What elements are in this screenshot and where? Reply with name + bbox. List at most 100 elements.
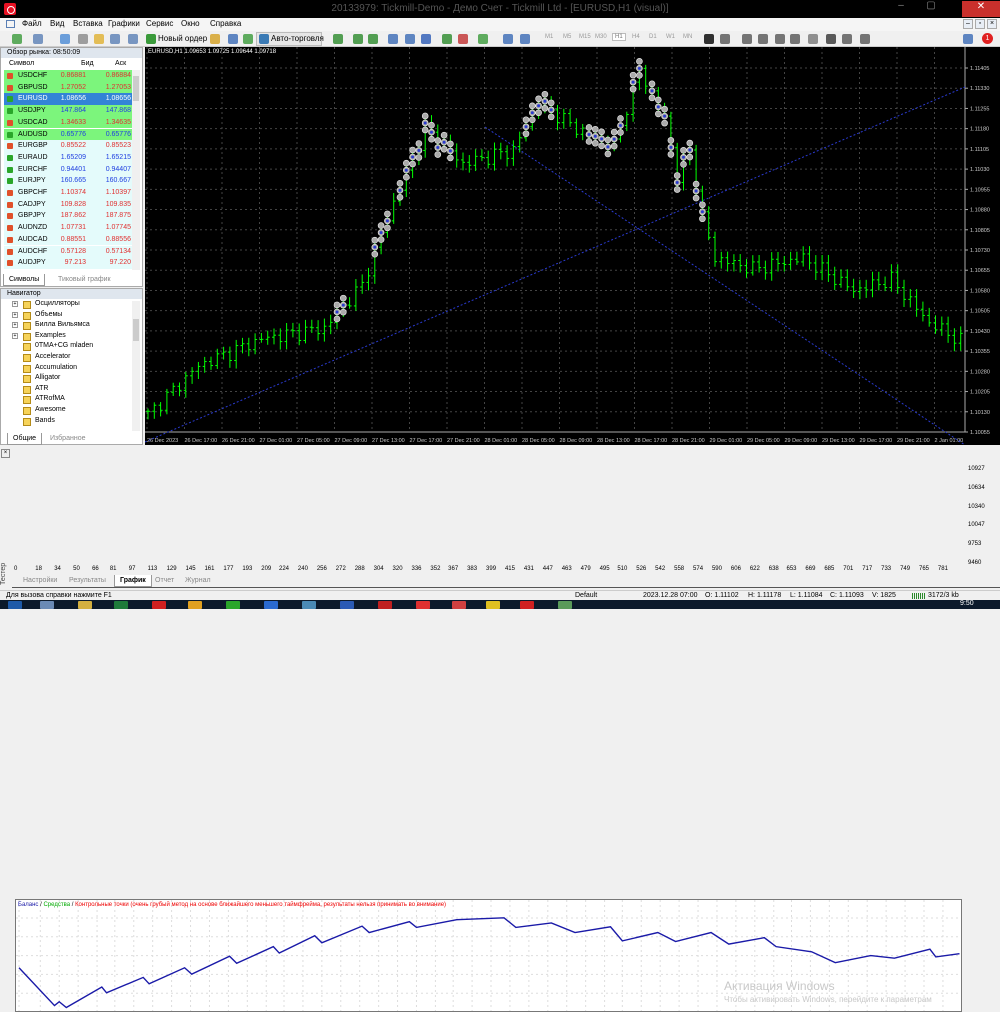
opera-icon[interactable] [152,601,166,609]
tester-icon[interactable] [128,34,138,44]
menu-item-6[interactable]: Справка [210,19,241,28]
market-watch-row[interactable]: GBPCHF 1.10374 1.10397 [4,187,132,199]
market-watch-row[interactable]: CADJPY 109.828 109.835 [4,198,132,211]
expand-icon[interactable]: + [12,332,18,339]
market-watch-row[interactable]: EURUSD 1.08656 1.08656 [4,93,132,106]
navigator-item[interactable]: ATRofMA [23,394,65,405]
metatrader-taskbar-icon[interactable] [520,601,534,609]
close-button[interactable]: ✕ [962,1,1000,17]
options-icon[interactable] [228,34,238,44]
app-icon[interactable] [378,601,392,609]
market-watch-row[interactable]: EURCHF 0.94401 0.94407 [4,163,132,176]
navigator-item[interactable]: Accumulation [23,363,77,374]
market-watch-row[interactable]: GBPUSD 1.27052 1.27053 [4,81,132,94]
tester-tab-3[interactable]: Отчет [150,575,179,586]
column-bid[interactable]: Бид [81,60,94,67]
price-chart[interactable]: 1.11405 1.11330 1.11255 1.11180 1.11105 1.110… [145,47,1000,445]
chart-shift-icon[interactable] [442,34,452,44]
chrome-icon[interactable] [188,601,202,609]
search-icon[interactable] [963,34,973,44]
navigator-item[interactable]: 0TMA+CG mladen [23,341,93,352]
market-watch-row[interactable]: EURGBP 0.85522 0.85523 [4,140,132,152]
navigator-item[interactable]: ATR [23,384,48,395]
market-watch-scrollbar[interactable] [132,70,140,270]
mdi-restore-button[interactable]: ▫ [975,19,985,29]
navigator-item[interactable]: + Билла Вильямса [12,320,90,331]
navigator-scrollbar[interactable] [132,301,140,431]
notification-badge[interactable]: 1 [982,33,993,44]
market-watch-row[interactable]: USDCAD 1.34633 1.34635 [4,116,132,129]
navigator-item[interactable]: Accelerator [23,352,70,363]
mdi-close-button[interactable]: × [987,19,997,29]
app-icon[interactable] [452,601,466,609]
tester-tab-4[interactable]: Журнал [180,575,216,586]
tester-tab-2[interactable]: График [114,575,152,587]
horizontal-line-icon[interactable] [758,34,768,44]
new-order-button[interactable]: Новый ордер [158,33,207,45]
remote-icon[interactable] [264,601,278,609]
profiles-icon[interactable] [33,34,43,44]
terminal-icon[interactable] [110,34,120,44]
column-ask[interactable]: Аск [115,60,126,67]
menu-item-2[interactable]: Вставка [73,19,103,28]
tab-favorites[interactable]: Избранное [45,433,90,444]
timeframe-d1[interactable]: D1 [649,34,657,40]
menu-item-0[interactable]: Файл [22,19,42,28]
app-icon[interactable] [558,601,572,609]
word-icon[interactable] [340,601,354,609]
tester-tab-0[interactable]: Настройки [18,575,62,586]
indicators-icon[interactable] [478,34,488,44]
market-watch-row[interactable]: GBPJPY 187.862 187.875 [4,210,132,223]
market-watch-row[interactable]: USDCHF 0.86881 0.86884 [4,70,132,82]
timeframe-w1[interactable]: W1 [666,34,675,40]
text-icon[interactable] [826,34,836,44]
market-watch-row[interactable]: AUDCHF 0.57128 0.57134 [4,245,132,258]
market-watch-row[interactable]: EURJPY 160.665 160.667 [4,175,132,187]
market-watch-row[interactable]: AUDNZD 1.07731 1.07745 [4,222,132,234]
zoom-in-icon[interactable] [388,34,398,44]
timeframe-h1[interactable]: H1 [612,33,626,41]
timeframe-m30[interactable]: M30 [595,34,607,40]
cursor-icon[interactable] [704,34,714,44]
signals-icon[interactable] [243,34,253,44]
candlestick-icon[interactable] [353,34,363,44]
menu-item-5[interactable]: Окно [181,19,200,28]
periods-icon[interactable] [503,34,513,44]
expand-icon[interactable]: + [12,311,18,318]
tab-tick-chart[interactable]: Тиковый график [53,274,116,285]
timeframe-m5[interactable]: M5 [563,34,571,40]
navigator-item[interactable]: + Осцилляторы [12,299,80,310]
close-tester-icon[interactable]: × [1,449,10,458]
market-watch-row[interactable]: AUDUSD 0.65776 0.65776 [4,128,132,141]
timeframe-mn[interactable]: MN [683,34,692,40]
mdi-minimize-button[interactable]: ‒ [963,19,973,29]
zoom-out-icon[interactable] [405,34,415,44]
minimize-button[interactable]: ‒ [890,0,912,16]
timeframe-h4[interactable]: H4 [632,34,640,40]
maximize-button[interactable]: ▢ [920,0,942,16]
fibonacci-icon[interactable] [790,34,800,44]
navigator-item[interactable]: Alligator [23,373,60,384]
navigator-item[interactable]: + Examples [12,331,66,342]
folder-icon[interactable] [78,601,92,609]
timeframe-m1[interactable]: M1 [545,34,553,40]
timeframe-m15[interactable]: M15 [579,34,591,40]
market-watch-icon[interactable] [60,34,70,44]
crosshair-tool-icon[interactable] [720,34,730,44]
explorer-icon[interactable] [40,601,54,609]
tab-symbols[interactable]: Символы [3,274,46,286]
expand-icon[interactable]: + [12,301,18,307]
app-icon[interactable] [302,601,316,609]
vertical-line-icon[interactable] [742,34,752,44]
channels-icon[interactable] [808,34,818,44]
start-icon[interactable] [8,601,22,609]
line-chart-icon[interactable] [368,34,378,44]
column-symbol[interactable]: Символ [9,60,34,67]
arrows-icon[interactable] [860,34,870,44]
tab-common[interactable]: Общие [7,433,43,445]
menu-item-4[interactable]: Сервис [146,19,173,28]
market-watch-row[interactable]: AUDJPY 97.213 97.220 [4,257,132,269]
expand-icon[interactable]: + [12,322,18,329]
metaeditor-icon[interactable] [210,34,220,44]
app-icon[interactable] [226,601,240,609]
